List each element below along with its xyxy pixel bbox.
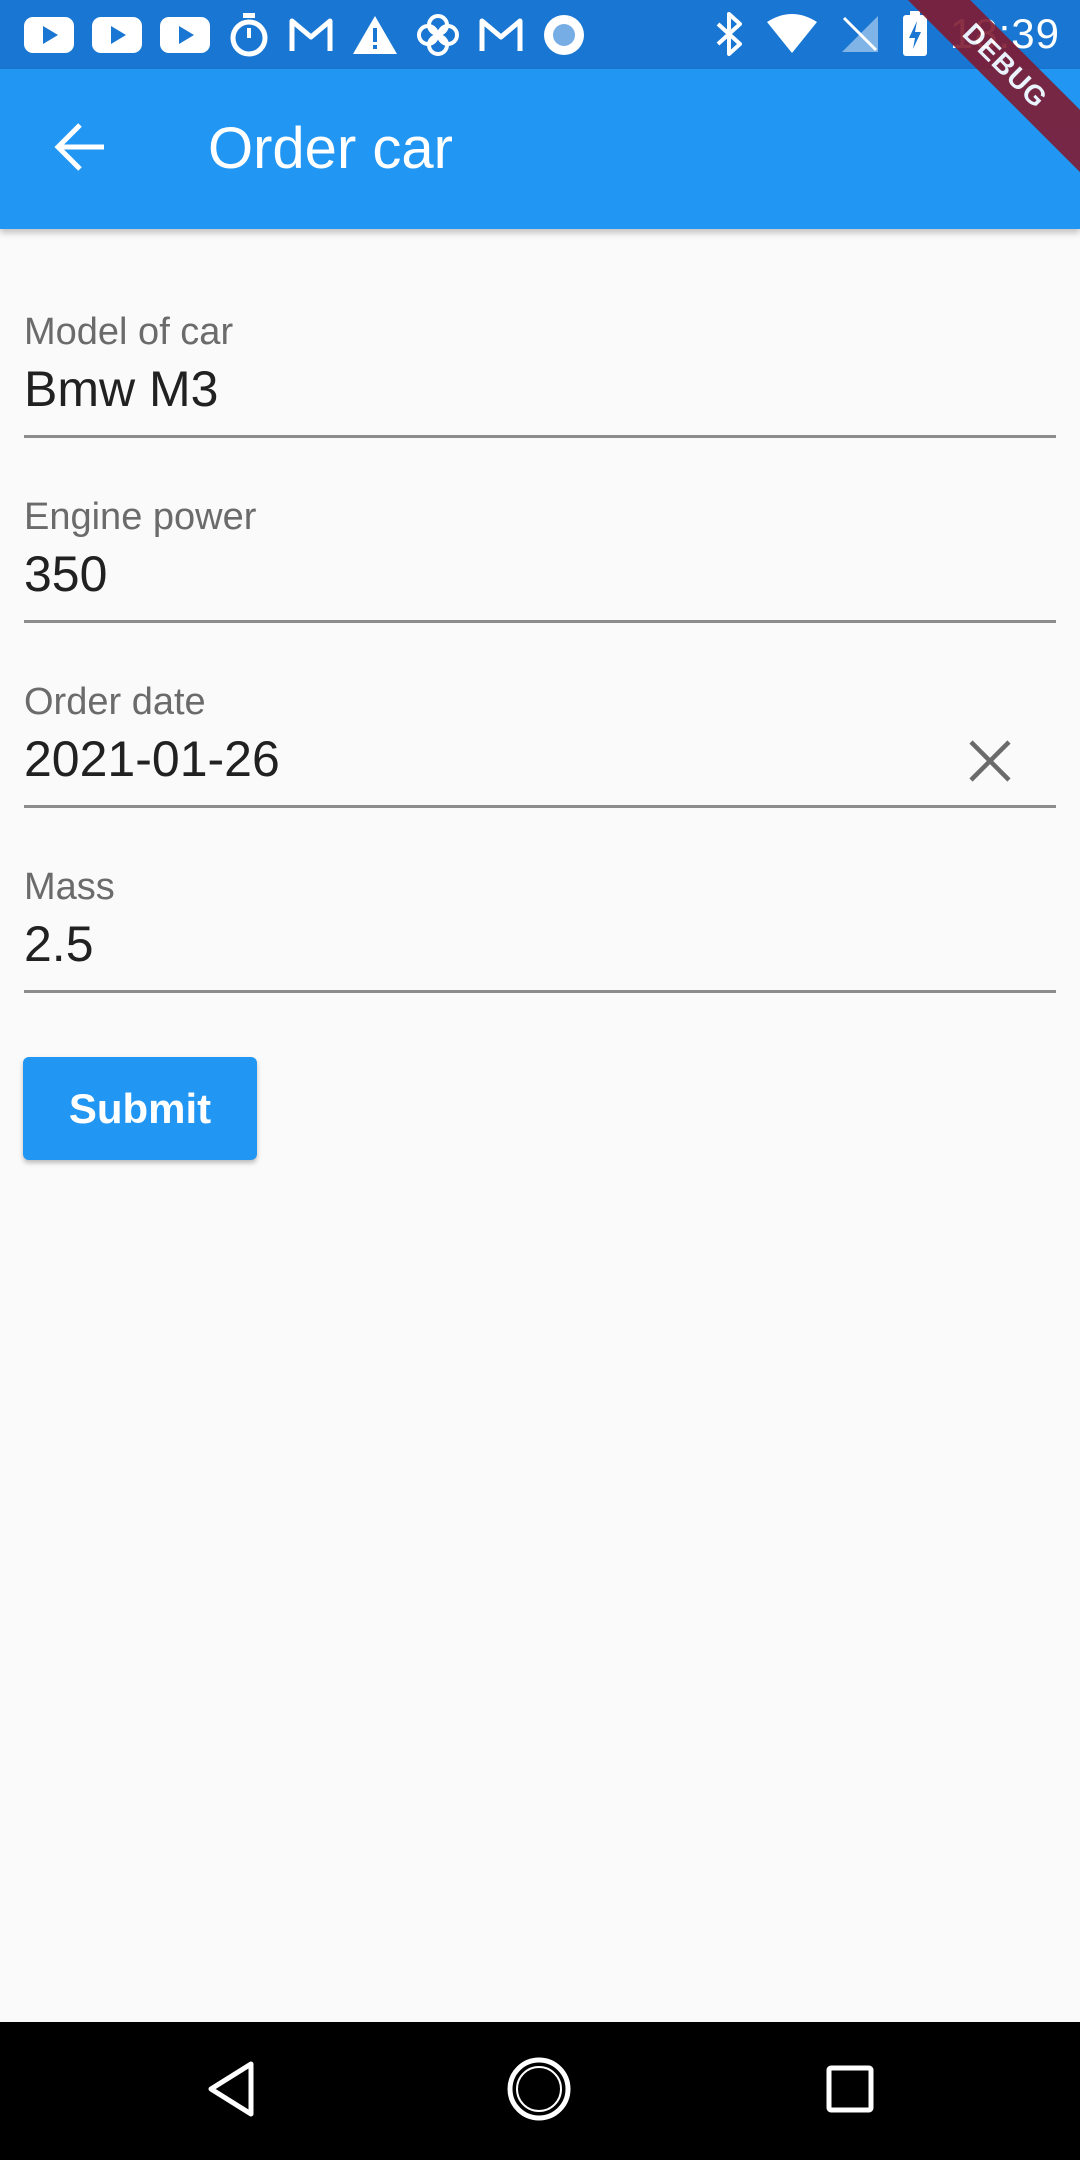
- record-icon: [542, 13, 586, 57]
- recents-square-icon: [825, 2064, 875, 2119]
- close-icon: [968, 739, 1012, 788]
- wifi-icon: [766, 14, 818, 54]
- warning-icon: [352, 14, 398, 56]
- youtube-icon: [160, 17, 210, 53]
- page-title: Order car: [208, 116, 453, 181]
- no-signal-icon: [840, 14, 880, 54]
- field-value: Bmw M3: [24, 361, 219, 417]
- field-label: Model of car: [24, 311, 234, 353]
- engine-power-field[interactable]: Engine power 350: [24, 438, 1056, 623]
- youtube-icon: [92, 17, 142, 53]
- bluetooth-icon: [714, 12, 744, 56]
- field-label: Mass: [24, 866, 115, 908]
- field-value: 2021-01-26: [24, 731, 280, 787]
- system-nav-bar: [0, 2022, 1080, 2160]
- field-label: Engine power: [24, 496, 257, 538]
- nav-back-button[interactable]: [196, 2056, 266, 2126]
- back-button[interactable]: [40, 109, 120, 189]
- youtube-icon: [24, 17, 74, 53]
- battery-icon: [902, 11, 928, 57]
- stopwatch-icon: [228, 13, 270, 57]
- order-date-field[interactable]: Order date 2021-01-26: [24, 623, 1056, 808]
- home-circle-icon: [506, 2056, 572, 2127]
- gmail-icon: [478, 17, 524, 53]
- gmail-icon: [288, 17, 334, 53]
- app-bar: Order car: [0, 69, 1080, 229]
- pinwheel-icon: [416, 13, 460, 57]
- field-value: 350: [24, 546, 108, 602]
- nav-recents-button[interactable]: [815, 2056, 885, 2126]
- arrow-back-icon: [54, 122, 106, 176]
- nav-home-button[interactable]: [504, 2056, 574, 2126]
- field-value: 2.5: [24, 916, 94, 972]
- screen: 18:39 Order car DEBUG Model of car Bmw M…: [0, 0, 1080, 2160]
- submit-button[interactable]: Submit: [23, 1057, 257, 1160]
- model-of-car-field[interactable]: Model of car Bmw M3: [24, 253, 1056, 438]
- field-label: Order date: [24, 681, 206, 723]
- back-triangle-icon: [205, 2060, 257, 2123]
- clear-date-button[interactable]: [960, 733, 1020, 793]
- notification-icons: [24, 10, 586, 60]
- mass-field[interactable]: Mass 2.5: [24, 808, 1056, 993]
